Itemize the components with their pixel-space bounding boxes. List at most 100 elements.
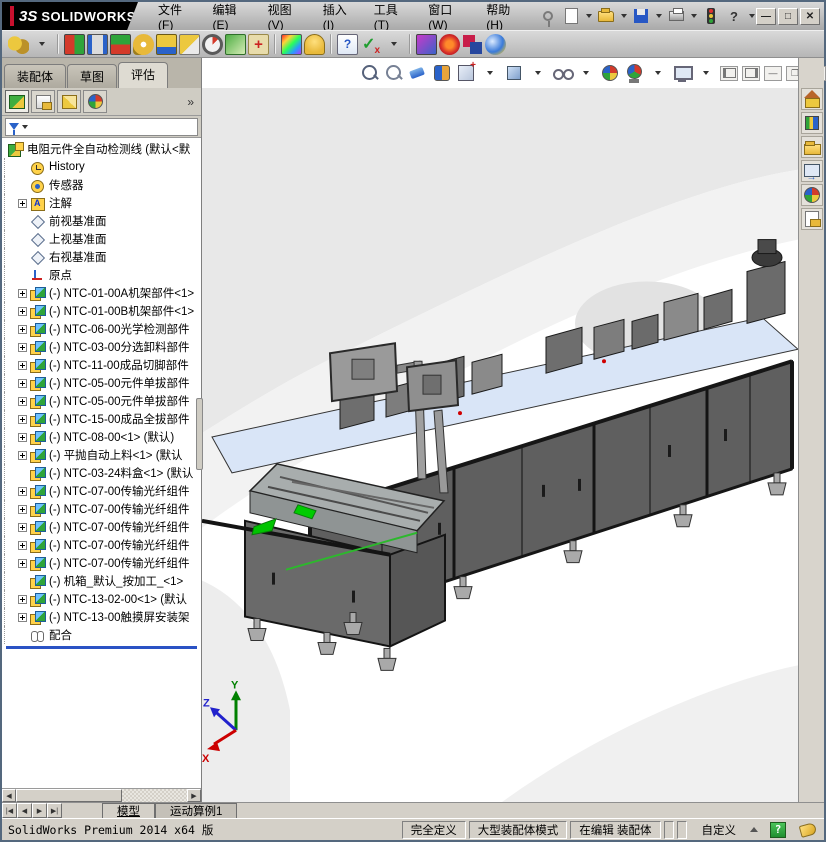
verification-check-icon[interactable] <box>360 34 381 56</box>
tag-icon[interactable] <box>798 821 818 838</box>
dropdown-arrow-icon[interactable] <box>619 7 628 25</box>
tree-item[interactable]: (-) NTC-03-24料盒<1> (默认 <box>4 464 201 482</box>
pin-icon[interactable] <box>538 6 558 27</box>
tab-scroll-prev-button[interactable]: ◀ <box>17 803 32 818</box>
tree-item[interactable]: (-) NTC-07-00传输光纤组件 <box>4 554 201 572</box>
tree-item[interactable]: (-) NTC-06-00光学检测部件 <box>4 320 201 338</box>
tab-scroll-first-button[interactable]: |◀ <box>2 803 17 818</box>
tree-horizontal-scrollbar[interactable]: ◀ ▶ <box>2 788 201 802</box>
tree-item[interactable]: (-) NTC-11-00成品切脚部件 <box>4 356 201 374</box>
appearances-scenes-icon[interactable] <box>800 184 823 206</box>
expand-plus-icon[interactable] <box>18 360 27 370</box>
dropdown-arrow-icon[interactable] <box>654 7 663 25</box>
split-pane-right-button[interactable] <box>742 65 760 81</box>
dropdown-arrow-icon[interactable] <box>696 63 716 83</box>
expand-plus-icon[interactable] <box>18 522 27 532</box>
scrollbar-thumb[interactable] <box>16 789 123 802</box>
expand-plus-icon[interactable] <box>18 594 27 604</box>
check-document-icon[interactable] <box>304 33 325 55</box>
zoom-to-area-icon[interactable] <box>384 63 404 83</box>
dropdown-arrow-icon[interactable] <box>480 63 500 83</box>
interference-detection-icon[interactable] <box>64 33 85 55</box>
expand-plus-icon[interactable] <box>18 342 27 352</box>
expand-plus-icon[interactable] <box>18 504 27 514</box>
mass-properties-icon[interactable] <box>156 33 177 55</box>
red-radial-icon[interactable] <box>439 33 460 55</box>
hole-alignment-icon[interactable] <box>110 33 131 55</box>
expand-plus-icon[interactable] <box>18 540 27 550</box>
simulationxpress-icon[interactable] <box>248 33 269 55</box>
tree-item[interactable]: (-) 平抛自动上料<1> (默认 <box>4 446 201 464</box>
tree-item[interactable]: 配合 <box>4 626 201 644</box>
expand-plus-icon[interactable] <box>18 450 27 460</box>
tree-root[interactable]: 电阻元件全自动检测线 (默认<默 <box>4 140 201 158</box>
dropdown-arrow-icon[interactable] <box>747 7 756 25</box>
view-settings-icon[interactable] <box>672 63 693 83</box>
panel-splitter-handle[interactable] <box>196 398 203 470</box>
tree-item[interactable]: (-) NTC-07-00传输光纤组件 <box>4 518 201 536</box>
dropdown-arrow-icon[interactable] <box>648 63 668 83</box>
manager-overflow-chevron[interactable]: » <box>187 95 198 109</box>
expand-plus-icon[interactable] <box>18 306 27 316</box>
tree-item[interactable]: 右视基准面 <box>4 248 201 266</box>
dropdown-arrow-icon[interactable] <box>689 7 698 25</box>
property-manager-tab-icon[interactable] <box>31 90 55 113</box>
expand-up-arrow-icon[interactable] <box>750 827 758 832</box>
scroll-left-arrow[interactable]: ◀ <box>2 789 16 802</box>
hide-show-items-icon[interactable] <box>552 63 574 83</box>
zoom-to-fit-icon[interactable] <box>360 63 380 83</box>
tree-item[interactable]: (-) NTC-08-00<1> (默认) <box>4 428 201 446</box>
tree-item[interactable]: (-) NTC-03-00分选卸料部件 <box>4 338 201 356</box>
file-explorer-icon[interactable] <box>800 136 823 158</box>
help-badge-icon[interactable]: ? <box>770 821 786 838</box>
tree-item[interactable]: 原点 <box>4 266 201 284</box>
display-style-icon[interactable] <box>504 63 524 83</box>
expand-plus-icon[interactable] <box>18 324 27 334</box>
command-tab[interactable]: 评估 <box>118 62 169 88</box>
appearance-brush-icon[interactable] <box>416 33 437 55</box>
dropdown-arrow-icon[interactable] <box>584 7 593 25</box>
tree-item[interactable]: (-) NTC-07-00传输光纤组件 <box>4 536 201 554</box>
new-document-icon[interactable] <box>561 6 581 26</box>
tree-filter-input[interactable] <box>5 117 198 136</box>
model-tab[interactable]: 运动算例1 <box>155 803 238 818</box>
menu-item[interactable]: 插入(I) <box>313 2 364 32</box>
view-orientation-icon[interactable] <box>456 60 476 83</box>
tree-item[interactable]: (-) NTC-01-00B机架部件<1> <box>4 302 201 320</box>
close-button[interactable]: ✕ <box>800 7 820 25</box>
expand-plus-icon[interactable] <box>18 612 27 622</box>
open-icon[interactable] <box>596 6 616 26</box>
compare-squares-icon[interactable] <box>462 34 483 55</box>
custom-properties-icon[interactable] <box>800 208 823 230</box>
model-tab[interactable]: 模型 <box>102 803 155 818</box>
command-tab[interactable]: 装配体 <box>4 64 67 88</box>
dropdown-arrow-icon[interactable] <box>576 63 596 83</box>
tree-item[interactable]: (-) NTC-05-00元件单拔部件 <box>4 374 201 392</box>
previous-view-icon[interactable] <box>408 63 428 83</box>
graphics-viewport[interactable]: Y Z X <box>202 88 798 802</box>
command-tab[interactable]: 草图 <box>67 64 118 88</box>
maximize-button[interactable]: □ <box>778 7 798 25</box>
view-palette-icon[interactable] <box>800 160 823 183</box>
split-pane-left-button[interactable] <box>720 65 738 81</box>
expand-plus-icon[interactable] <box>18 396 27 406</box>
expand-plus-icon[interactable] <box>18 558 27 568</box>
smart-fasteners-icon[interactable] <box>8 33 29 55</box>
expand-plus-icon[interactable] <box>18 378 27 388</box>
apply-scene-icon[interactable] <box>624 63 644 83</box>
print-icon[interactable] <box>666 6 686 26</box>
section-properties-icon[interactable] <box>179 33 200 55</box>
tree-item[interactable]: (-) NTC-07-00传输光纤组件 <box>4 482 201 500</box>
tree-item[interactable]: (-) 机箱_默认_按加工_<1> <box>4 572 201 590</box>
solidworks-resources-icon[interactable] <box>800 88 823 110</box>
status-custom[interactable]: 自定义 <box>690 822 771 838</box>
clearance-verification-icon[interactable] <box>87 33 108 55</box>
expand-plus-icon[interactable] <box>18 432 27 442</box>
traffic-light-icon[interactable] <box>701 6 721 26</box>
dropdown-arrow-icon[interactable] <box>528 63 548 83</box>
doc-minimize-button[interactable]: — <box>764 65 782 81</box>
dropdown-arrow-icon[interactable] <box>31 34 52 55</box>
menu-item[interactable]: 工具(T) <box>364 2 419 32</box>
tab-scroll-last-button[interactable]: ▶| <box>47 803 62 818</box>
tab-scroll-next-button[interactable]: ▶ <box>32 803 47 818</box>
